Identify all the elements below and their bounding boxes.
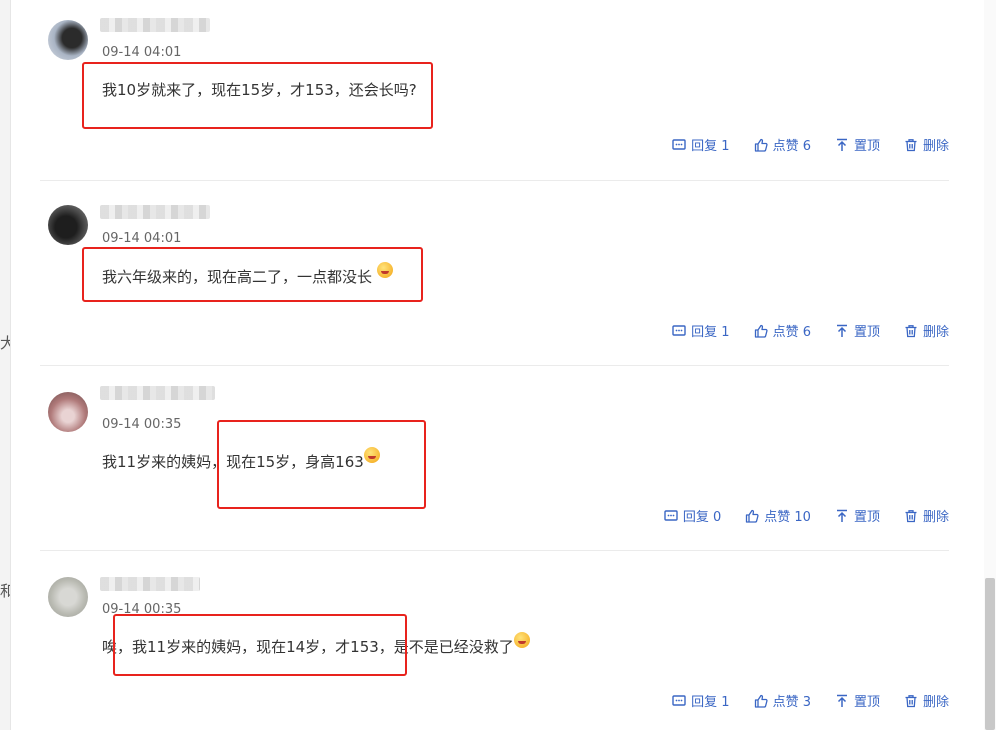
comment-item: 09-14 00:35 我11岁来的姨妈，现在15岁，身高163 回复 0 点赞… <box>40 366 949 551</box>
reply-label: 回复 1 <box>691 139 730 154</box>
trash-icon <box>905 324 917 337</box>
reply-icon <box>672 324 686 336</box>
reply-label: 回复 1 <box>691 695 730 710</box>
delete-button[interactable]: 删除 <box>904 691 949 710</box>
like-button[interactable]: 点赞 6 <box>754 321 811 340</box>
like-label: 点赞 3 <box>772 695 811 710</box>
thumbs-up-icon <box>754 694 768 708</box>
like-button[interactable]: 点赞 3 <box>754 691 811 710</box>
sidebar-fragment-text: 和 <box>0 582 10 600</box>
sidebar-fragment-text: 大 <box>0 334 10 352</box>
comment-actions: 回复 1 点赞 6 置顶 删除 <box>648 321 949 340</box>
pin-button[interactable]: 置顶 <box>835 506 880 525</box>
highlight-box <box>113 614 407 676</box>
delete-button[interactable]: 删除 <box>904 321 949 340</box>
reply-button[interactable]: 回复 1 <box>672 691 730 710</box>
pin-top-icon <box>836 138 847 151</box>
scrollbar[interactable] <box>984 0 996 730</box>
avatar[interactable] <box>48 20 88 60</box>
delete-button[interactable]: 删除 <box>904 135 949 154</box>
thumbs-up-icon <box>746 509 759 523</box>
left-sidebar-edge: 大 和 <box>0 0 11 730</box>
pin-top-icon <box>836 694 847 707</box>
highlight-box <box>217 420 426 509</box>
username-blurred <box>100 205 210 219</box>
pin-button[interactable]: 置顶 <box>835 691 880 710</box>
pin-top-icon <box>836 509 847 522</box>
comment-actions: 回复 0 点赞 10 置顶 删除 <box>640 506 949 525</box>
comment-actions: 回复 1 点赞 6 置顶 删除 <box>648 135 949 154</box>
username-blurred <box>100 18 210 32</box>
thumbs-up-icon <box>754 324 768 338</box>
reply-icon <box>672 694 686 706</box>
pin-label: 置顶 <box>853 325 880 340</box>
like-label: 点赞 10 <box>764 510 811 525</box>
like-button[interactable]: 点赞 6 <box>754 135 811 154</box>
trash-icon <box>905 694 917 707</box>
comment-list: 09-14 04:01 我10岁就来了，现在15岁，才153，还会长吗? 回复 … <box>40 0 949 736</box>
reply-icon <box>664 509 678 521</box>
delete-label: 删除 <box>922 695 949 710</box>
reply-button[interactable]: 回复 1 <box>672 135 730 154</box>
avatar[interactable] <box>48 577 88 617</box>
comment-time: 09-14 04:01 <box>102 45 182 60</box>
reply-icon <box>672 138 686 150</box>
highlight-box <box>82 247 423 302</box>
pin-button[interactable]: 置顶 <box>835 135 880 154</box>
trash-icon <box>905 509 917 522</box>
reply-label: 回复 0 <box>682 510 722 525</box>
pin-label: 置顶 <box>853 510 880 525</box>
reply-label: 回复 1 <box>691 325 730 340</box>
like-label: 点赞 6 <box>772 139 811 154</box>
username-blurred <box>100 577 200 591</box>
comment-item: 09-14 00:35 唉，我11岁来的姨妈，现在14岁，才153，是不是已经没… <box>40 551 949 736</box>
avatar[interactable] <box>48 392 88 432</box>
like-label: 点赞 6 <box>772 325 811 340</box>
comment-actions: 回复 1 点赞 3 置顶 删除 <box>648 691 949 710</box>
pin-label: 置顶 <box>853 139 880 154</box>
delete-label: 删除 <box>922 510 949 525</box>
avatar[interactable] <box>48 205 88 245</box>
comment-item: 09-14 04:01 我六年级来的，现在高二了，一点都没长 回复 1 点赞 6… <box>40 181 949 366</box>
crying-emoji-icon <box>513 632 530 648</box>
comment-time: 09-14 04:01 <box>102 231 182 246</box>
like-button[interactable]: 点赞 10 <box>745 506 811 525</box>
reply-button[interactable]: 回复 0 <box>664 506 721 525</box>
pin-top-icon <box>836 324 847 337</box>
delete-label: 删除 <box>922 325 949 340</box>
delete-label: 删除 <box>922 139 949 154</box>
highlight-box <box>82 62 433 129</box>
comment-item: 09-14 04:01 我10岁就来了，现在15岁，才153，还会长吗? 回复 … <box>40 0 949 181</box>
trash-icon <box>905 138 917 151</box>
username-blurred <box>100 386 215 400</box>
pin-button[interactable]: 置顶 <box>835 321 880 340</box>
delete-button[interactable]: 删除 <box>904 506 949 525</box>
comment-time: 09-14 00:35 <box>102 417 182 432</box>
reply-button[interactable]: 回复 1 <box>672 321 730 340</box>
thumbs-up-icon <box>754 138 768 152</box>
pin-label: 置顶 <box>853 695 880 710</box>
scrollbar-thumb[interactable] <box>985 578 995 730</box>
